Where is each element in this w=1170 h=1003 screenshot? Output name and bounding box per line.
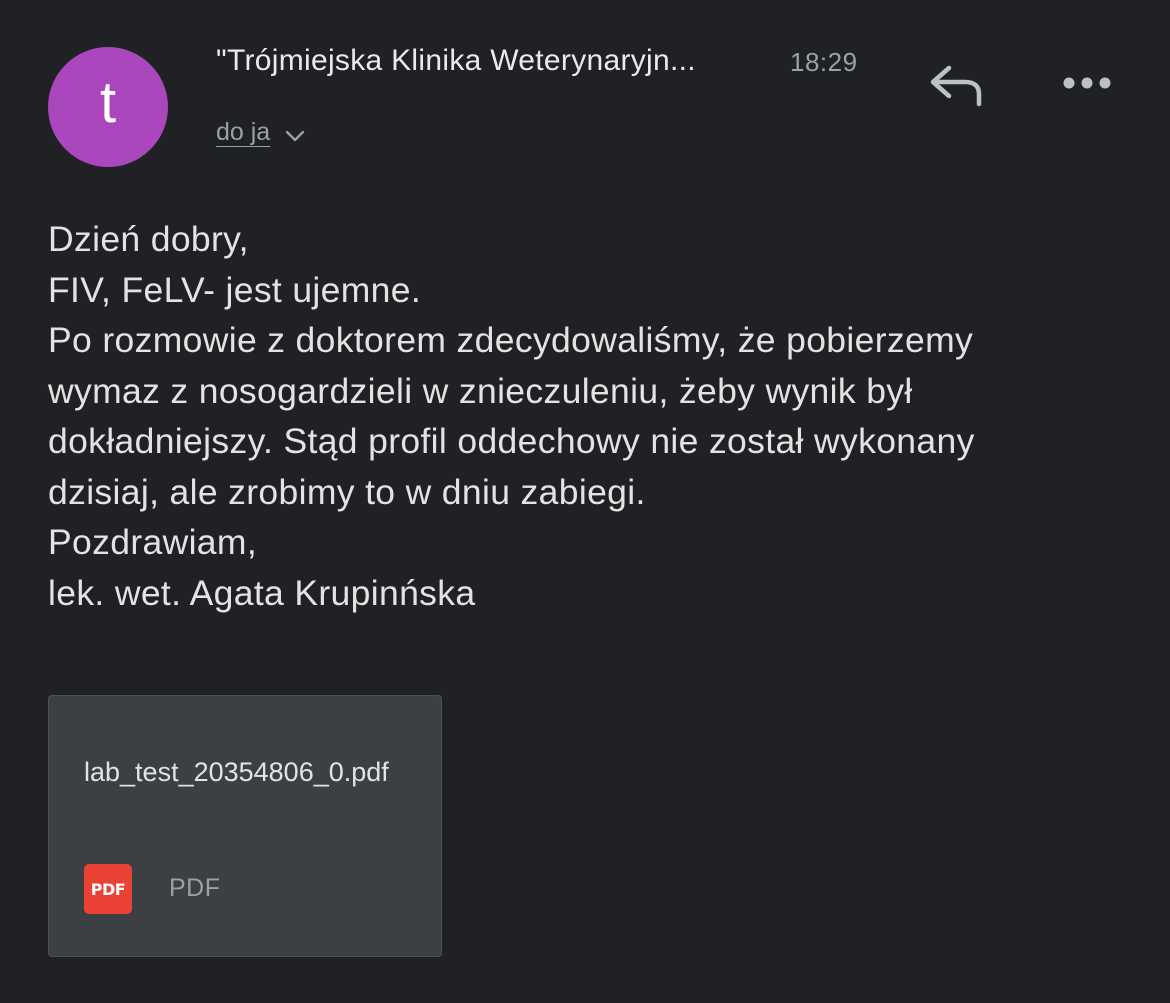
email-time: 18:29 bbox=[790, 47, 858, 77]
reply-icon bbox=[930, 65, 982, 107]
more-horizontal-icon bbox=[1063, 77, 1111, 89]
attachment-type-label: PDF bbox=[169, 874, 221, 902]
avatar-letter: t bbox=[99, 70, 117, 135]
body-line: FIV, FeLV- jest ujemne. bbox=[48, 269, 422, 310]
chevron-down-icon bbox=[286, 130, 305, 141]
body-line: wymaz z nosogardzieli w znieczuleniu, że… bbox=[48, 370, 913, 411]
pdf-icon-text: PDF bbox=[90, 879, 126, 899]
sender-name[interactable]: "Trójmiejska Klinika Weterynaryjn... bbox=[216, 44, 772, 78]
body-line-closing: Pozdrawiam, bbox=[48, 522, 258, 562]
pdf-icon: PDF bbox=[84, 864, 132, 914]
email-body: Dzień dobry, FIV, FeLV- jest ujemne. Po … bbox=[48, 214, 1148, 618]
reply-button[interactable] bbox=[920, 56, 990, 112]
body-line: dzisiaj, ale zrobimy to w dniu zabiegi. bbox=[48, 471, 646, 512]
recipient-toggle[interactable]: do ja bbox=[216, 118, 306, 147]
sender-avatar[interactable]: t bbox=[48, 47, 168, 167]
more-options-button[interactable] bbox=[1052, 60, 1122, 106]
body-line-greeting: Dzień dobry, bbox=[48, 219, 249, 259]
body-line-signature: lek. wet. Agata Krupinńska bbox=[48, 572, 476, 613]
recipient-label: do ja bbox=[216, 118, 271, 146]
body-line: dokładniejszy. Stąd profil oddechowy nie… bbox=[48, 421, 975, 461]
attachment-filename: lab_test_20354806_0.pdf bbox=[84, 757, 389, 787]
body-line: Po rozmowie z doktorem zdecydowaliśmy, ż… bbox=[48, 320, 974, 360]
attachment-card[interactable]: lab_test_20354806_0.pdf PDF PDF bbox=[48, 695, 442, 957]
email-header: t "Trójmiejska Klinika Weterynaryjn... 1… bbox=[0, 0, 1170, 200]
